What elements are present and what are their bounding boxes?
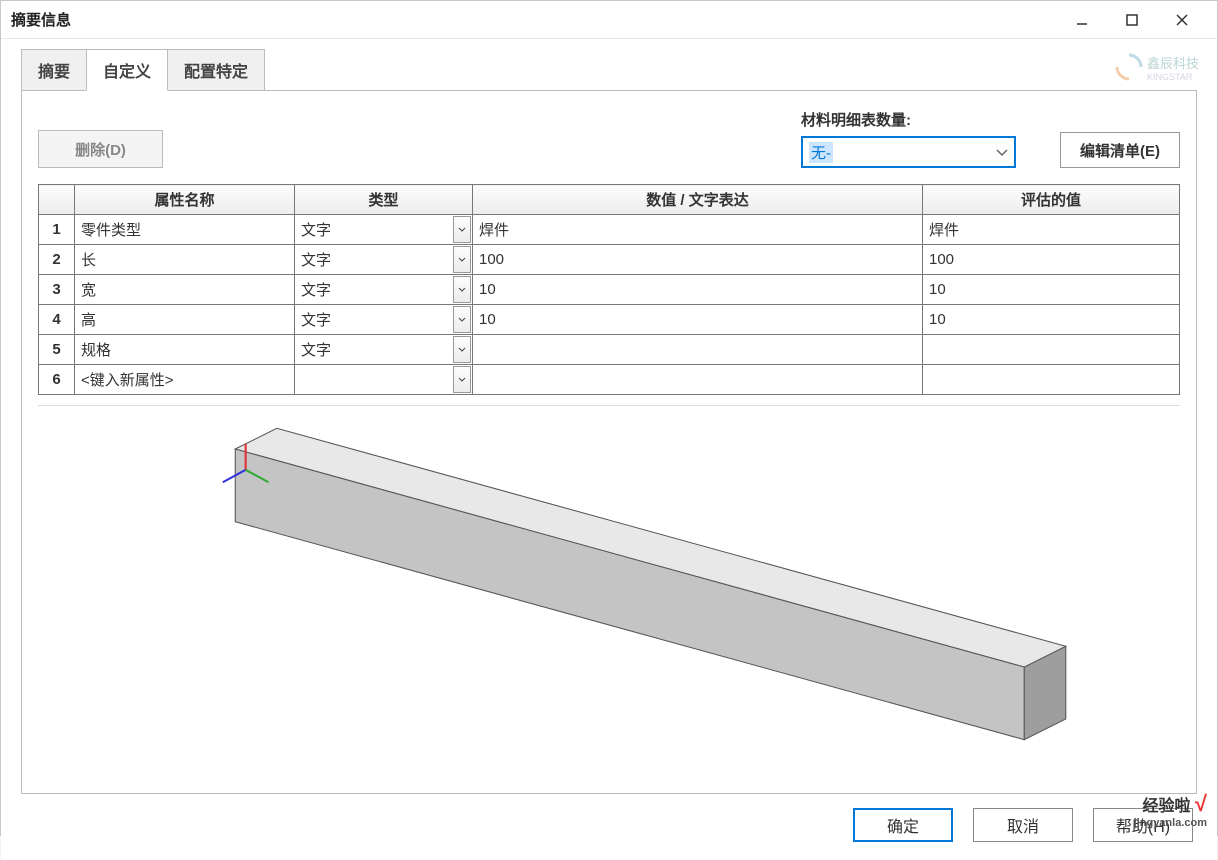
row-index: 4 [39, 305, 75, 335]
row-index: 5 [39, 335, 75, 365]
top-controls: 删除(D) 材料明细表数量: 无- 编辑清单(E) [38, 109, 1180, 168]
row-value-cell[interactable]: 10 [473, 305, 923, 335]
row-name-cell[interactable]: 宽 [75, 275, 295, 305]
row-value-cell[interactable]: 100 [473, 245, 923, 275]
tabs: 摘要 自定义 配置特定 [21, 49, 1197, 91]
row-type-text: 文字 [301, 222, 331, 239]
model-preview[interactable] [38, 405, 1180, 793]
row-type-cell[interactable]: 文字 [295, 275, 473, 305]
tab-config-specific[interactable]: 配置特定 [167, 49, 265, 91]
chevron-down-icon[interactable] [453, 366, 471, 393]
row-eval-cell: 10 [923, 275, 1180, 305]
content-area: 摘要 自定义 配置特定 删除(D) 材料明细表数量: 无- 编辑清单(E) [1, 39, 1217, 794]
part-3d-icon [38, 406, 1180, 793]
row-eval-cell: 100 [923, 245, 1180, 275]
minimize-button[interactable] [1057, 1, 1107, 39]
chevron-down-icon[interactable] [453, 336, 471, 363]
table-row-new[interactable]: 6 <键入新属性> [39, 365, 1180, 395]
row-type-cell[interactable]: 文字 [295, 335, 473, 365]
titlebar[interactable]: 摘要信息 [1, 1, 1217, 39]
bom-quantity-select[interactable]: 无- [801, 136, 1016, 168]
row-eval-cell [923, 365, 1180, 395]
row-type-text: 文字 [301, 282, 331, 299]
row-type-text: 文字 [301, 342, 331, 359]
table-row[interactable]: 5 规格 文字 [39, 335, 1180, 365]
row-type-text: 文字 [301, 252, 331, 269]
footer: 确定 取消 帮助(H) [1, 794, 1217, 860]
maximize-button[interactable] [1107, 1, 1157, 39]
chevron-down-icon[interactable] [453, 246, 471, 273]
row-index: 1 [39, 215, 75, 245]
cancel-button[interactable]: 取消 [973, 808, 1073, 842]
row-name-cell[interactable]: <键入新属性> [75, 365, 295, 395]
minimize-icon [1075, 13, 1089, 27]
bom-quantity-block: 材料明细表数量: 无- [801, 109, 1016, 168]
row-name-cell[interactable]: 规格 [75, 335, 295, 365]
row-value-cell[interactable] [473, 335, 923, 365]
summary-info-window: 摘要信息 鑫辰科技 KINGSTAR 摘要 自定义 配置特定 删除 [0, 0, 1218, 836]
row-value-cell[interactable]: 焊件 [473, 215, 923, 245]
row-type-cell[interactable]: 文字 [295, 215, 473, 245]
close-icon [1175, 13, 1189, 27]
edit-list-button[interactable]: 编辑清单(E) [1060, 132, 1180, 168]
tab-body-custom: 删除(D) 材料明细表数量: 无- 编辑清单(E) [21, 90, 1197, 794]
window-title: 摘要信息 [11, 9, 71, 30]
help-button[interactable]: 帮助(H) [1093, 808, 1193, 842]
col-name[interactable]: 属性名称 [75, 185, 295, 215]
row-value-cell[interactable]: 10 [473, 275, 923, 305]
row-index: 2 [39, 245, 75, 275]
row-eval-cell: 10 [923, 305, 1180, 335]
row-index: 3 [39, 275, 75, 305]
col-eval[interactable]: 评估的值 [923, 185, 1180, 215]
row-eval-cell [923, 335, 1180, 365]
row-type-cell[interactable]: 文字 [295, 305, 473, 335]
row-name-cell[interactable]: 零件类型 [75, 215, 295, 245]
chevron-down-icon[interactable] [453, 216, 471, 243]
tab-summary[interactable]: 摘要 [21, 49, 87, 91]
table-row[interactable]: 2 长 文字 100 100 [39, 245, 1180, 275]
table-header-row: 属性名称 类型 数值 / 文字表达 评估的值 [39, 185, 1180, 215]
ok-button[interactable]: 确定 [853, 808, 953, 842]
chevron-down-icon [996, 144, 1008, 161]
properties-table: 属性名称 类型 数值 / 文字表达 评估的值 1 零件类型 文字 焊件 焊件 [38, 184, 1180, 395]
close-button[interactable] [1157, 1, 1207, 39]
row-value-cell[interactable] [473, 365, 923, 395]
maximize-icon [1125, 13, 1139, 27]
table-row[interactable]: 1 零件类型 文字 焊件 焊件 [39, 215, 1180, 245]
row-type-text: 文字 [301, 312, 331, 329]
col-type[interactable]: 类型 [295, 185, 473, 215]
row-type-cell[interactable] [295, 365, 473, 395]
col-value[interactable]: 数值 / 文字表达 [473, 185, 923, 215]
bom-quantity-label: 材料明细表数量: [801, 109, 1016, 130]
delete-button: 删除(D) [38, 130, 163, 168]
table-row[interactable]: 4 高 文字 10 10 [39, 305, 1180, 335]
table-row[interactable]: 3 宽 文字 10 10 [39, 275, 1180, 305]
row-name-cell[interactable]: 高 [75, 305, 295, 335]
row-eval-cell: 焊件 [923, 215, 1180, 245]
row-name-cell[interactable]: 长 [75, 245, 295, 275]
tab-custom[interactable]: 自定义 [86, 49, 168, 91]
bom-select-value: 无- [809, 142, 833, 163]
col-index[interactable] [39, 185, 75, 215]
chevron-down-icon[interactable] [453, 276, 471, 303]
row-index: 6 [39, 365, 75, 395]
row-type-cell[interactable]: 文字 [295, 245, 473, 275]
chevron-down-icon[interactable] [453, 306, 471, 333]
